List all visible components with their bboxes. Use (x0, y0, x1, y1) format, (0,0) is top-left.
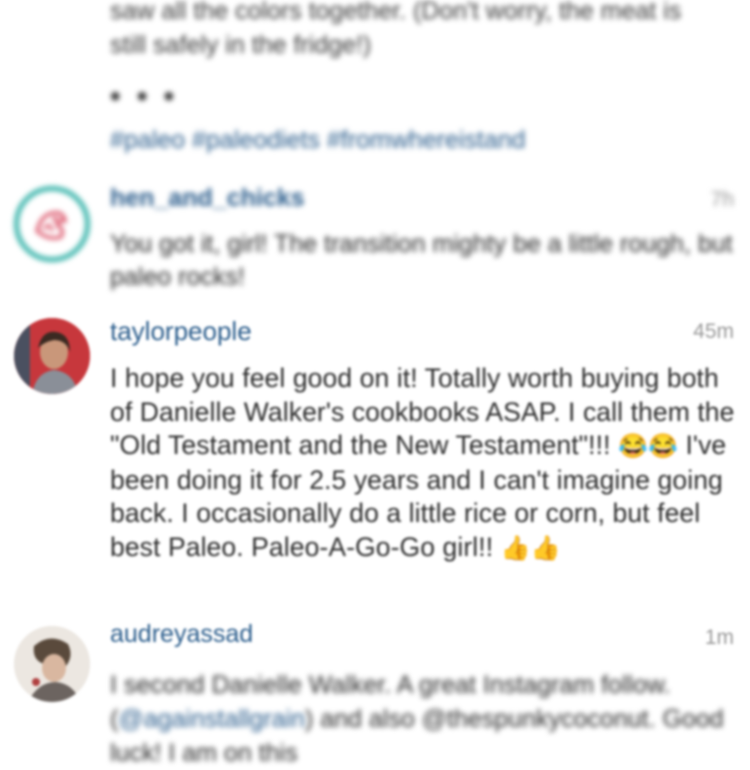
comment-time: 1m (704, 626, 734, 649)
avatar[interactable] (14, 318, 90, 394)
comment-username[interactable]: taylorpeople (110, 316, 252, 347)
laughing-emoji: 😂😂 (618, 433, 678, 460)
comment-item: hen_and_chicks 7h You got it, girl! The … (0, 176, 750, 306)
profile-photo-icon (14, 626, 90, 702)
comment-username[interactable]: audreyassad (110, 620, 253, 649)
caption-text: saw all the colors together. (Don't worr… (110, 0, 682, 59)
avatar[interactable] (14, 186, 90, 262)
comment-time: 45m (693, 320, 734, 343)
hen-logo-icon (19, 191, 85, 257)
comment-text: I hope you feel good on it! Totally wort… (110, 362, 740, 565)
profile-photo-icon (14, 318, 90, 394)
hashtags[interactable]: #paleo #paleodiets #fromwhereistand (110, 126, 526, 155)
mention-link[interactable]: @againstallgrain (118, 705, 305, 733)
more-ellipsis[interactable]: • • • (110, 80, 178, 114)
comment-text: You got it, girl! The transition mighty … (110, 230, 733, 291)
comment-item: audreyassad 1m I second Danielle Walker.… (0, 616, 750, 767)
comment-username[interactable]: hen_and_chicks (110, 184, 305, 213)
comment-item: taylorpeople 45m I hope you feel good on… (0, 310, 750, 610)
thumbs-up-emoji: 👍👍 (500, 534, 561, 562)
comment-text: I second Danielle Walker. A great Instag… (110, 668, 740, 770)
avatar[interactable] (14, 626, 90, 702)
comment-time: 7h (710, 188, 734, 211)
